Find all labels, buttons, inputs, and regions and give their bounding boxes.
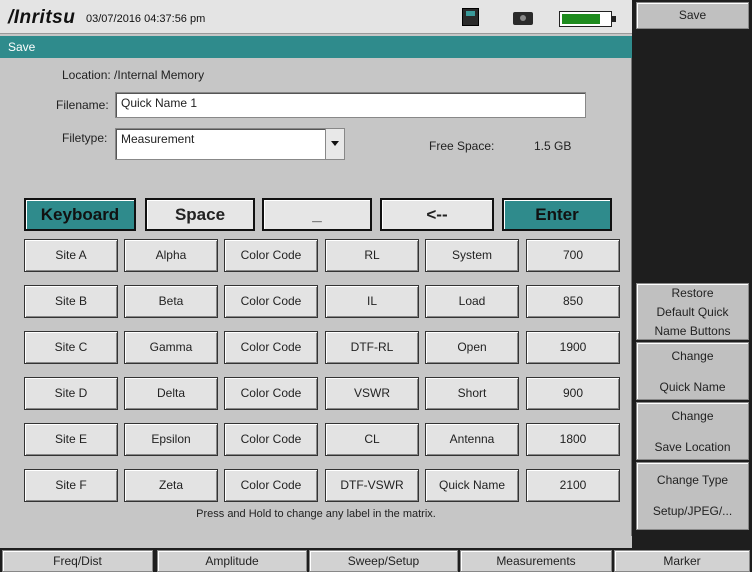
quick-name-button[interactable]: 850 <box>526 285 620 318</box>
floppy-disk-icon <box>462 8 479 26</box>
quick-name-button[interactable]: Beta <box>124 285 218 318</box>
quick-name-button[interactable]: Site C <box>24 331 118 364</box>
bottom-tab-measurements[interactable]: Measurements <box>460 550 612 572</box>
filetype-label: Filetype: <box>62 131 108 145</box>
filename-label: Filename: <box>56 98 109 112</box>
change-type-line-1: Change Type <box>656 473 729 487</box>
quick-name-button[interactable]: Open <box>425 331 519 364</box>
quick-name-button[interactable]: Site A <box>24 239 118 272</box>
quick-name-button[interactable]: 900 <box>526 377 620 410</box>
quick-name-button[interactable]: Zeta <box>124 469 218 502</box>
restore-line-2: Default Quick <box>656 305 729 319</box>
keyboard-button[interactable]: Keyboard <box>24 198 136 231</box>
change-save-location-line-2: Save Location <box>654 440 731 454</box>
chevron-down-icon[interactable] <box>325 129 344 159</box>
quick-name-button[interactable]: CL <box>325 423 419 456</box>
change-quick-name-line-2: Quick Name <box>659 380 726 394</box>
battery-level <box>562 14 600 24</box>
restore-line-3: Name Buttons <box>654 324 731 338</box>
free-space-value: 1.5 GB <box>534 139 572 153</box>
menu-title-save: Save <box>636 2 749 29</box>
quick-name-button[interactable]: 2100 <box>526 469 620 502</box>
space-button[interactable]: Space <box>145 198 255 231</box>
quick-name-button[interactable]: 1800 <box>526 423 620 456</box>
battery-icon <box>559 11 612 27</box>
change-save-location-line-1: Change <box>671 409 714 423</box>
filetype-value: Measurement <box>121 132 195 146</box>
quick-name-button[interactable]: Quick Name <box>425 469 519 502</box>
bottom-tab-marker[interactable]: Marker <box>614 550 750 572</box>
filename-input[interactable]: Quick Name 1 <box>115 92 586 118</box>
bottom-tab-amplitude[interactable]: Amplitude <box>157 550 307 572</box>
filename-value: Quick Name 1 <box>121 96 198 110</box>
camera-icon <box>513 12 533 25</box>
change-quick-name-button[interactable]: Change Quick Name <box>636 342 749 400</box>
free-space-label: Free Space: <box>429 139 495 153</box>
bottom-tab-sweep-setup[interactable]: Sweep/Setup <box>309 550 458 572</box>
underscore-button[interactable]: _ <box>262 198 372 231</box>
quick-name-button[interactable]: Gamma <box>124 331 218 364</box>
quick-name-button[interactable]: Site E <box>24 423 118 456</box>
quick-name-button[interactable]: RL <box>325 239 419 272</box>
filetype-select[interactable]: Measurement <box>115 128 345 160</box>
status-bar: /Inritsu 03/07/2016 04:37:56 pm <box>0 0 632 34</box>
quick-name-button[interactable]: Site D <box>24 377 118 410</box>
quick-name-button[interactable]: Color Code <box>224 469 318 502</box>
quick-name-button[interactable]: Epsilon <box>124 423 218 456</box>
quick-name-button[interactable]: DTF-RL <box>325 331 419 364</box>
battery-tip <box>612 16 616 22</box>
quick-name-button[interactable]: 700 <box>526 239 620 272</box>
save-dialog: Location: /Internal Memory Filename: Qui… <box>0 58 632 536</box>
quick-name-button[interactable]: Site F <box>24 469 118 502</box>
change-quick-name-line-1: Change <box>671 349 714 363</box>
quick-name-button[interactable]: Color Code <box>224 377 318 410</box>
quick-name-button[interactable]: Alpha <box>124 239 218 272</box>
quick-name-button[interactable]: 1900 <box>526 331 620 364</box>
quick-name-button[interactable]: Color Code <box>224 423 318 456</box>
enter-button[interactable]: Enter <box>502 198 612 231</box>
change-type-button[interactable]: Change Type Setup/JPEG/... <box>636 462 749 530</box>
quick-name-button[interactable]: DTF-VSWR <box>325 469 419 502</box>
anritsu-logo: /Inritsu <box>8 7 76 28</box>
quick-name-button[interactable]: Color Code <box>224 239 318 272</box>
quick-name-button[interactable]: Short <box>425 377 519 410</box>
change-type-line-2: Setup/JPEG/... <box>652 504 733 518</box>
datetime: 03/07/2016 04:37:56 pm <box>86 13 206 25</box>
quick-name-button[interactable]: Site B <box>24 285 118 318</box>
quick-name-button[interactable]: Antenna <box>425 423 519 456</box>
change-save-location-button[interactable]: Change Save Location <box>636 402 749 460</box>
matrix-hint: Press and Hold to change any label in th… <box>196 508 436 520</box>
quick-name-button[interactable]: VSWR <box>325 377 419 410</box>
quick-name-button[interactable]: System <box>425 239 519 272</box>
backspace-button[interactable]: <-- <box>380 198 494 231</box>
location-label: Location: /Internal Memory <box>62 68 205 82</box>
quick-name-button[interactable]: Delta <box>124 377 218 410</box>
quick-name-button[interactable]: Color Code <box>224 285 318 318</box>
restore-line-1: Restore <box>671 286 714 300</box>
bottom-tab-freq-dist[interactable]: Freq/Dist <box>2 550 153 572</box>
quick-name-button[interactable]: Color Code <box>224 331 318 364</box>
quick-name-button[interactable]: Load <box>425 285 519 318</box>
restore-default-quick-name-button[interactable]: Restore Default Quick Name Buttons <box>636 283 749 340</box>
quick-name-button[interactable]: IL <box>325 285 419 318</box>
dialog-title-bar: Save <box>0 36 632 58</box>
dialog-title: Save <box>8 40 36 54</box>
